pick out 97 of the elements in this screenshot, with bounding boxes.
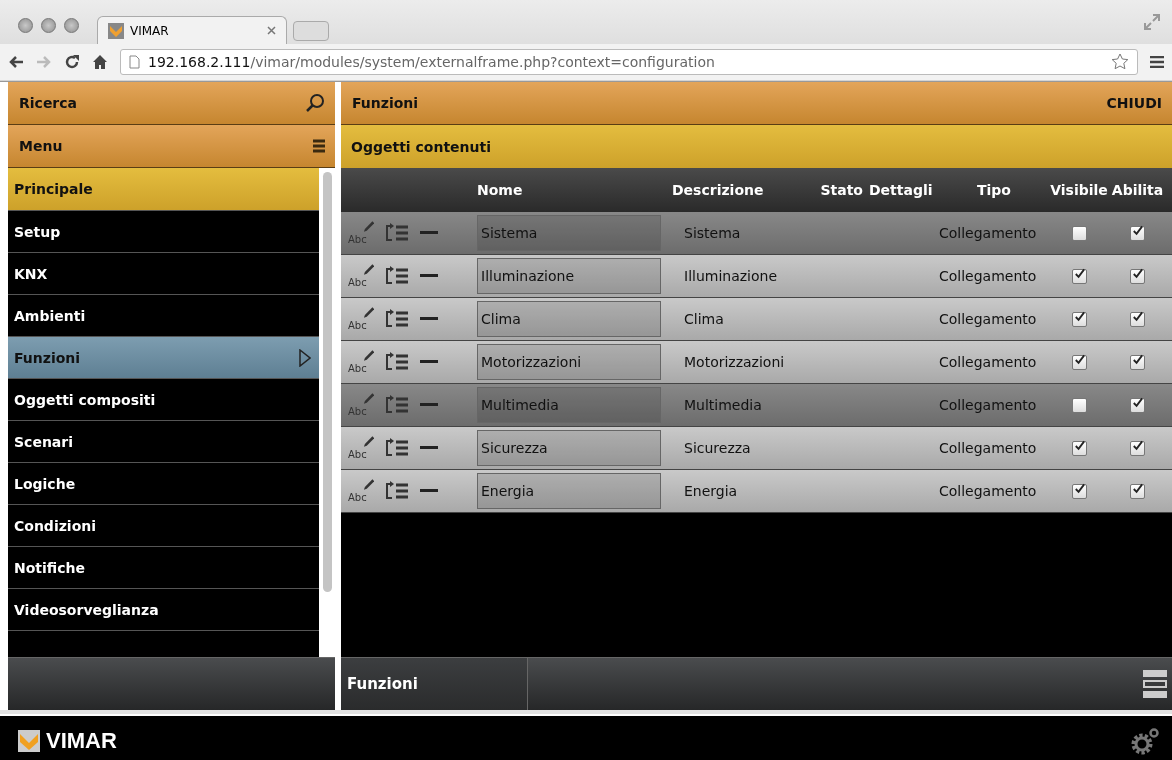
- bottom-tab[interactable]: Funzioni: [341, 658, 528, 710]
- table-cell-text: Sicurezza: [683, 440, 752, 456]
- column-header: Descrizione: [672, 182, 765, 198]
- favicon-icon: [108, 22, 124, 39]
- remove-icon[interactable]: [420, 274, 438, 278]
- pencil-icon: [362, 393, 374, 405]
- move-list-icon[interactable]: [384, 266, 410, 286]
- sidebar-item[interactable]: Principale: [8, 168, 319, 211]
- pencil-icon: [362, 350, 374, 362]
- close-link[interactable]: CHIUDI: [1106, 95, 1162, 111]
- remove-icon[interactable]: [420, 446, 438, 450]
- page-icon: [129, 55, 140, 69]
- column-header: Tipo: [977, 182, 1011, 198]
- table-cell-text: Energia: [683, 483, 739, 499]
- column-header: Nome: [477, 182, 524, 198]
- move-list-icon[interactable]: [384, 352, 410, 372]
- home-icon[interactable]: [92, 54, 108, 70]
- checkbox[interactable]: [1130, 483, 1145, 499]
- brand-logo: VIMAR: [18, 728, 117, 754]
- sidebar-item[interactable]: Funzioni: [8, 337, 319, 379]
- remove-icon[interactable]: [420, 317, 438, 321]
- column-header: Dettagli: [869, 182, 934, 198]
- rename-button[interactable]: Abc: [348, 264, 374, 288]
- table-cell-text: Collegamento: [939, 268, 1038, 284]
- settings-icon[interactable]: [1130, 727, 1160, 755]
- checkbox[interactable]: [1071, 311, 1087, 327]
- column-header: Abilita: [1111, 182, 1164, 198]
- move-list-icon[interactable]: [384, 481, 410, 501]
- rename-button[interactable]: Abc: [348, 307, 374, 331]
- table-cell-text: Collegamento: [939, 311, 1038, 327]
- rename-button[interactable]: Abc: [348, 350, 374, 374]
- checkbox[interactable]: [1071, 354, 1087, 370]
- move-list-icon[interactable]: [384, 438, 410, 458]
- table-cell-text: Collegamento: [939, 225, 1038, 241]
- table-cell-text: Motorizzazioni: [683, 354, 786, 370]
- name-field[interactable]: Sistema: [477, 215, 661, 251]
- table-cell-text: Collegamento: [939, 354, 1038, 370]
- menu-bar[interactable]: Menu: [8, 125, 335, 168]
- table-cell-text: Sistema: [683, 225, 742, 241]
- checkbox[interactable]: [1130, 268, 1145, 284]
- checkbox[interactable]: [1130, 354, 1145, 370]
- pencil-icon: [362, 221, 374, 233]
- move-list-icon[interactable]: [384, 223, 410, 243]
- browser-tab[interactable]: VIMAR: [97, 16, 287, 44]
- scrollbar-thumb[interactable]: [322, 172, 332, 592]
- rename-button[interactable]: Abc: [348, 436, 374, 460]
- name-field[interactable]: Motorizzazioni: [477, 344, 661, 380]
- table-cell-text: Collegamento: [939, 397, 1038, 413]
- table-cell-text: Clima: [683, 311, 725, 327]
- table-cell-text: Collegamento: [939, 440, 1038, 456]
- list-view-icon[interactable]: [1142, 669, 1168, 699]
- pencil-icon: [362, 307, 374, 319]
- rename-button[interactable]: Abc: [348, 479, 374, 503]
- remove-icon[interactable]: [420, 489, 438, 493]
- remove-icon[interactable]: [420, 360, 438, 364]
- star-icon[interactable]: [1111, 53, 1129, 71]
- name-field[interactable]: Sicurezza: [477, 430, 661, 466]
- menu-icon[interactable]: [313, 139, 325, 153]
- pencil-icon: [362, 436, 374, 448]
- move-list-icon[interactable]: [384, 395, 410, 415]
- triangle-icon: [299, 348, 311, 367]
- checkbox[interactable]: [1071, 397, 1087, 413]
- panel-subheader: Oggetti contenuti: [341, 125, 1172, 168]
- back-icon[interactable]: [8, 55, 24, 69]
- table-cell-text: Collegamento: [939, 483, 1038, 499]
- close-window-button[interactable]: [18, 17, 33, 33]
- checkbox[interactable]: [1071, 440, 1087, 456]
- name-field[interactable]: Multimedia: [477, 387, 661, 423]
- remove-icon[interactable]: [420, 231, 438, 235]
- minimize-window-button[interactable]: [41, 17, 56, 33]
- name-field[interactable]: Energia: [477, 473, 661, 509]
- search-bar[interactable]: Ricerca: [8, 82, 335, 125]
- menu-icon[interactable]: [1150, 56, 1164, 68]
- close-icon[interactable]: [267, 26, 276, 35]
- checkbox[interactable]: [1130, 311, 1145, 327]
- table-cell-text: Multimedia: [683, 397, 763, 413]
- column-header: Stato: [820, 182, 864, 198]
- column-header: Visibile: [1050, 182, 1108, 198]
- pencil-icon: [362, 264, 374, 276]
- table-cell-text: Illuminazione: [683, 268, 779, 284]
- name-field[interactable]: Clima: [477, 301, 661, 337]
- address-bar[interactable]: 192.168.2.111/vimar/modules/system/externalframe.php?context=configuration: [120, 49, 1138, 75]
- pencil-icon: [362, 479, 374, 491]
- checkbox[interactable]: [1071, 225, 1087, 241]
- checkbox[interactable]: [1130, 225, 1145, 241]
- checkbox[interactable]: [1130, 440, 1145, 456]
- move-list-icon[interactable]: [384, 309, 410, 329]
- checkbox[interactable]: [1071, 268, 1087, 284]
- logo-icon: [18, 730, 40, 752]
- name-field[interactable]: Illuminazione: [477, 258, 661, 294]
- checkbox[interactable]: [1071, 483, 1087, 499]
- search-icon[interactable]: [305, 93, 325, 113]
- panel-header: Funzioni CHIUDI: [341, 82, 1172, 125]
- checkbox[interactable]: [1130, 397, 1145, 413]
- reload-icon[interactable]: [64, 54, 80, 70]
- remove-icon[interactable]: [420, 403, 438, 407]
- zoom-window-button[interactable]: [64, 17, 79, 33]
